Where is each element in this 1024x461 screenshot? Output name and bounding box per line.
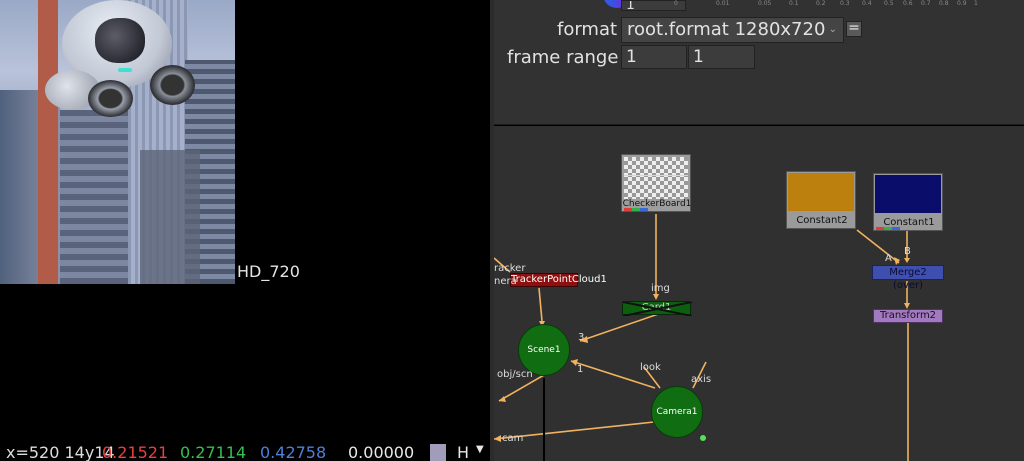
format-edit-button[interactable]: =	[846, 21, 862, 37]
constant1-thumbnail	[875, 175, 941, 213]
ruler-tick-label: 0.05	[758, 0, 772, 7]
node-constant2[interactable]: Constant2	[786, 171, 856, 229]
node-checkerboard[interactable]: CheckerBoard1	[621, 154, 691, 212]
pixel-blue-value: 0.42758	[260, 444, 327, 461]
scene-port-label: 3	[578, 332, 585, 343]
ruler-tick-label: 1	[974, 0, 978, 7]
node-connections	[494, 214, 910, 461]
scene-port-label: 1	[577, 364, 584, 375]
ruler-tick-label: 0.6	[903, 0, 913, 7]
properties-panel: 1 0 0.01 0.05 0.1 0.2 0.3 0.4 0.5 0.6 0.…	[494, 0, 1024, 125]
node-transform2[interactable]: Transform2	[873, 309, 943, 323]
frame-range-label: frame range	[507, 47, 619, 68]
viewer-panel[interactable]: HD_720 x=520 14y14 0.21521 0.27114 0.427…	[0, 0, 490, 461]
frame-range-start-input[interactable]: 1	[621, 45, 687, 69]
tracker-input-label: nera	[494, 276, 517, 287]
pixel-red-value: 0.21521	[102, 444, 169, 461]
ruler-tick-label: 0.01	[716, 0, 730, 7]
ruler-tick-label: 0.3	[840, 0, 850, 7]
pixel-alpha-value: 0.00000	[348, 444, 415, 461]
camera-output-label: cam	[502, 433, 524, 444]
checkerboard-thumbnail	[624, 157, 688, 199]
card-input-img-label: img	[651, 283, 670, 294]
dropdown-arrow-icon: ⌄	[828, 24, 837, 35]
frame-range-end-input[interactable]: 1	[688, 45, 755, 69]
merge-input-a-label: A	[885, 253, 892, 264]
viewer-format-label: HD_720	[237, 262, 300, 281]
ruler-tick-label: 0.5	[884, 0, 894, 7]
format-dropdown-value: root.format 1280x720	[627, 19, 826, 40]
pixel-color-swatch	[430, 444, 446, 461]
node-camera1[interactable]: Camera1	[651, 386, 703, 438]
ruler-tick-label: 0.1	[789, 0, 799, 7]
format-label: format	[557, 19, 618, 40]
disabled-cross-icon	[623, 302, 692, 316]
node-label: Constant2	[796, 215, 848, 226]
merge-input-b-label: B	[904, 246, 911, 257]
channel-indicator: H	[457, 444, 470, 461]
channel-dropdown-icon[interactable]: ▼	[476, 444, 484, 456]
viewer-info-bar: x=520 14y14 0.21521 0.27114 0.42758 0.00…	[0, 444, 490, 461]
format-dropdown[interactable]: root.format 1280x720 ⌄	[621, 17, 844, 43]
ruler-tick-label: 0.8	[939, 0, 949, 7]
pixel-green-value: 0.27114	[180, 444, 247, 461]
ruler-tick-label: 0.7	[921, 0, 931, 7]
node-card1[interactable]: Card1	[622, 301, 692, 316]
scene-output-label: obj/scn	[497, 369, 533, 380]
ruler-tick-label: 0.4	[862, 0, 872, 7]
tracker-input-label: racker	[494, 263, 526, 274]
slider-ruler[interactable]: 0 0.01 0.05 0.1 0.2 0.3 0.4 0.5 0.6 0.7 …	[674, 0, 1024, 8]
node-constant1[interactable]: Constant1	[873, 173, 943, 231]
node-trackerpointcloud1[interactable]: TrackerPointCloud1	[510, 273, 607, 287]
constant2-thumbnail	[788, 173, 854, 211]
node-graph[interactable]: CheckerBoard1 Constant2 Constant1 Merge2…	[494, 126, 1024, 461]
ruler-tick-label: 0.2	[816, 0, 826, 7]
viewer-image	[0, 0, 235, 284]
pixel-coordinate: x=520 14y14	[6, 444, 115, 461]
ruler-tick-label: 0	[674, 0, 678, 7]
ruler-tick-label: 0.9	[957, 0, 967, 7]
camera-input-axis-label: axis	[691, 374, 712, 385]
node-merge2[interactable]: Merge2 (over)	[872, 265, 944, 291]
camera-input-look-label: look	[640, 362, 661, 373]
